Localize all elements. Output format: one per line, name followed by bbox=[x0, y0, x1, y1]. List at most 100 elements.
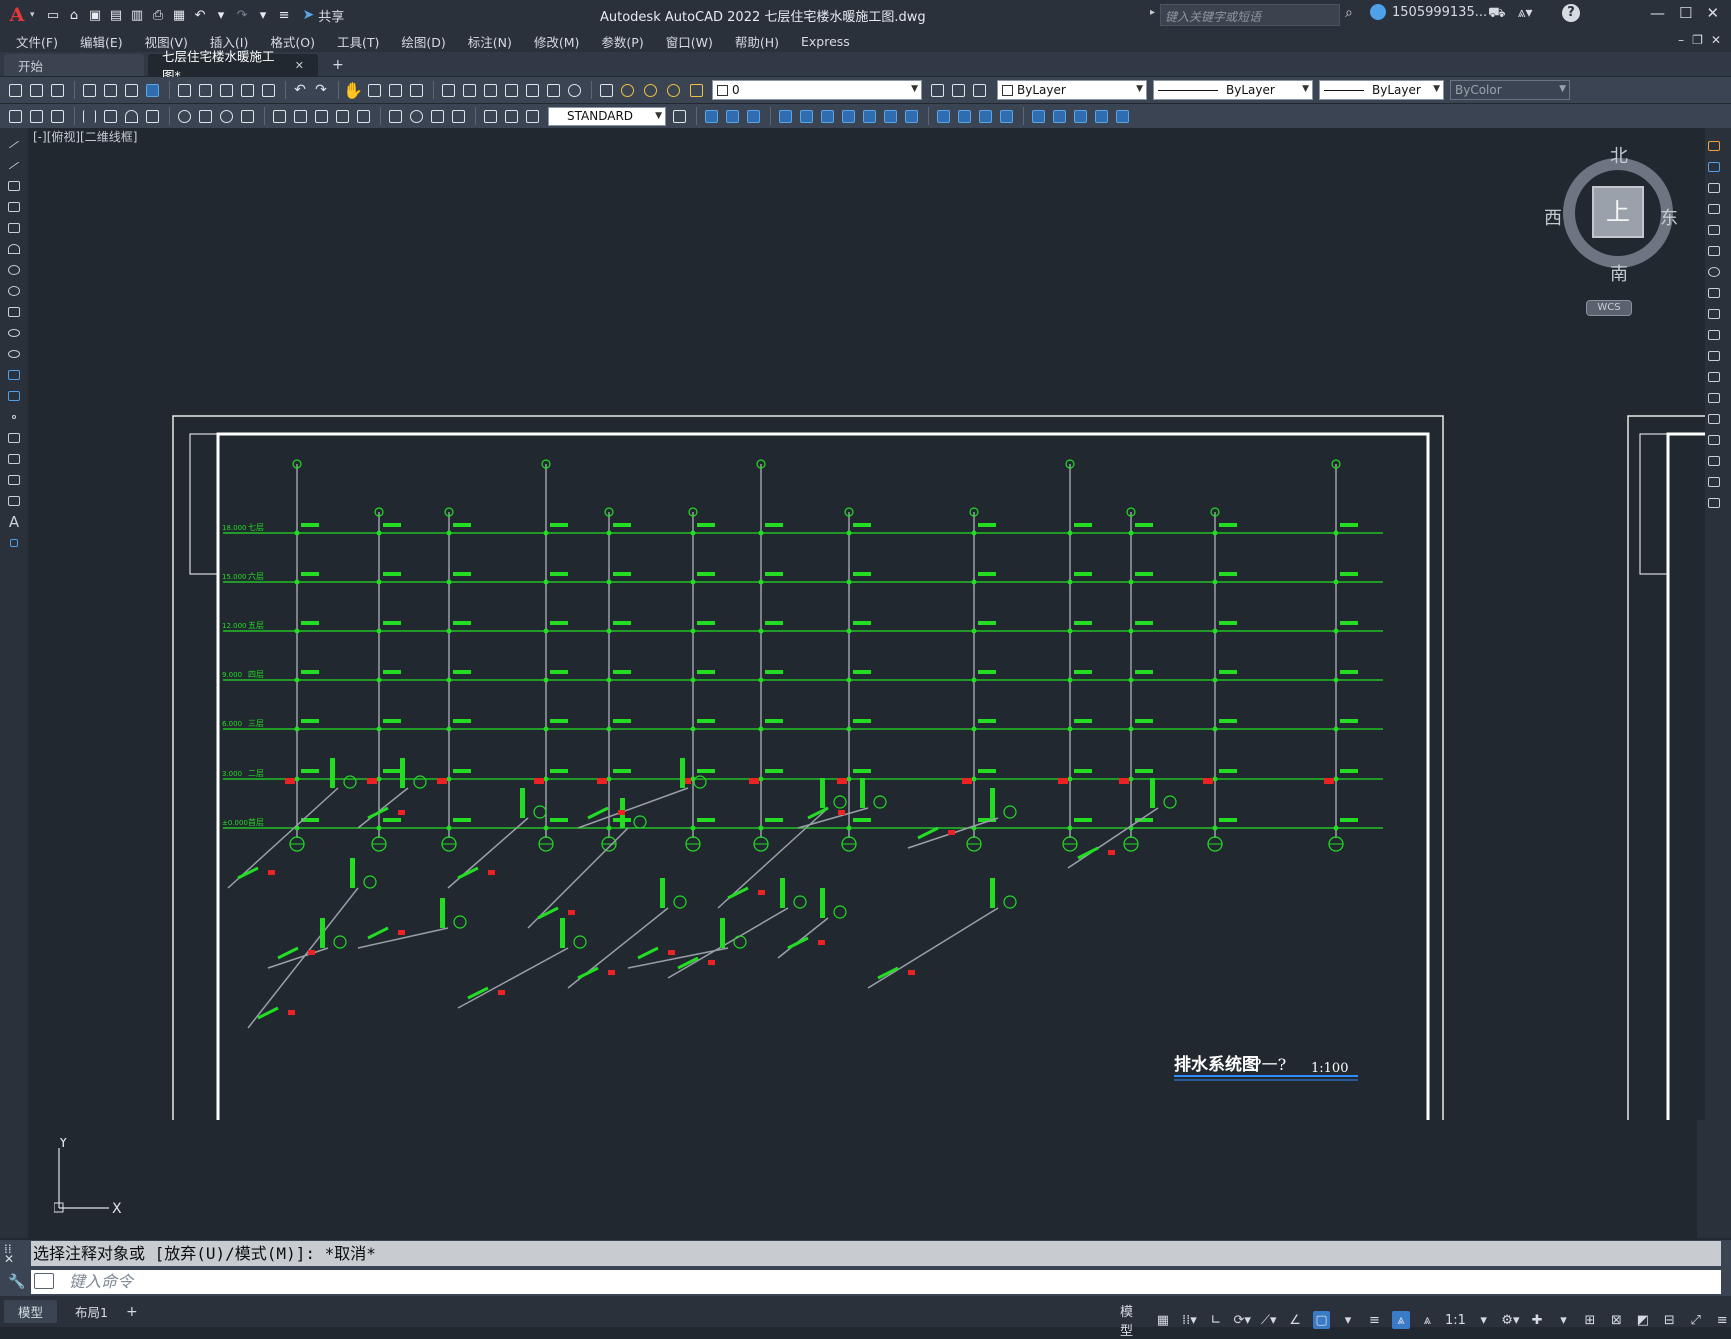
rectangle-icon[interactable] bbox=[6, 220, 22, 236]
app-menu-chevron-icon[interactable]: ▾ bbox=[30, 10, 35, 20]
maximize-icon[interactable]: ☐ bbox=[1679, 4, 1692, 22]
sheet-set-icon[interactable] bbox=[502, 81, 520, 99]
stretch-side-icon[interactable] bbox=[1706, 306, 1722, 322]
point-icon[interactable] bbox=[6, 409, 22, 425]
qselect-icon[interactable] bbox=[6, 107, 24, 125]
inspection-icon[interactable] bbox=[428, 107, 446, 125]
model-space-toggle[interactable]: 模型 bbox=[1120, 1301, 1145, 1339]
dim-update-icon[interactable] bbox=[523, 107, 541, 125]
plotstyle-dropdown[interactable]: ByColor ▼ bbox=[1450, 80, 1570, 100]
dim-continue-icon[interactable] bbox=[312, 107, 330, 125]
block-editor-icon[interactable] bbox=[259, 81, 277, 99]
break-point-side-icon[interactable] bbox=[1706, 369, 1722, 385]
layiso-icon[interactable] bbox=[48, 107, 66, 125]
annotation-visibility-icon[interactable]: ⩓ bbox=[1392, 1311, 1410, 1329]
command-grip-icon[interactable]: ⁞⁞ ✕ bbox=[4, 1243, 22, 1265]
tab-close-icon[interactable]: ✕ bbox=[295, 59, 304, 72]
dim-jogged-icon[interactable] bbox=[196, 107, 214, 125]
dim-text-edit-icon[interactable] bbox=[502, 107, 520, 125]
plot-icon[interactable]: ⎙ bbox=[150, 7, 167, 24]
undo-icon[interactable]: ↶ bbox=[192, 7, 209, 24]
revcloud-icon[interactable] bbox=[6, 283, 22, 299]
menu-modify[interactable]: 修改(M) bbox=[523, 32, 591, 51]
menu-tools[interactable]: 工具(T) bbox=[326, 32, 390, 51]
draworder-icon[interactable] bbox=[1071, 107, 1089, 125]
units-icon[interactable]: ▾ bbox=[1555, 1311, 1572, 1329]
dim-aligned-icon[interactable] bbox=[101, 107, 119, 125]
arc-icon[interactable] bbox=[6, 241, 22, 257]
dim-linear-icon[interactable] bbox=[80, 107, 98, 125]
3d-print-icon[interactable] bbox=[143, 81, 161, 99]
compass-south[interactable]: 南 bbox=[1610, 260, 1628, 286]
copy-icon[interactable] bbox=[196, 81, 214, 99]
jogged-linear-icon[interactable] bbox=[449, 107, 467, 125]
redo-tb-icon[interactable]: ↷ bbox=[312, 81, 330, 99]
stretch-icon[interactable] bbox=[881, 107, 899, 125]
offset-side-icon[interactable] bbox=[1706, 201, 1722, 217]
annotation-monitor-icon[interactable]: ✚ bbox=[1528, 1311, 1545, 1329]
trim-icon[interactable] bbox=[902, 107, 920, 125]
help-icon[interactable]: ? bbox=[1562, 4, 1580, 22]
linetype-dropdown[interactable]: ByLayer ▼ bbox=[1153, 80, 1313, 100]
circle-icon[interactable] bbox=[6, 262, 22, 278]
viewcube[interactable]: 上 北 南 西 东 WCS bbox=[1544, 146, 1678, 318]
hatch-icon[interactable] bbox=[6, 430, 22, 446]
blend-side-icon[interactable] bbox=[1706, 474, 1722, 490]
gradient-icon[interactable] bbox=[6, 451, 22, 467]
scale-icon[interactable] bbox=[860, 107, 878, 125]
layer-match-icon[interactable] bbox=[970, 81, 988, 99]
qdim-icon[interactable] bbox=[270, 107, 288, 125]
compass-north[interactable]: 北 bbox=[1610, 142, 1628, 168]
open-icon[interactable] bbox=[27, 81, 45, 99]
line-icon[interactable] bbox=[6, 136, 22, 152]
hatch-edit-icon[interactable] bbox=[27, 107, 45, 125]
quick-properties-icon[interactable]: ⊞ bbox=[1581, 1311, 1598, 1329]
help-tb-icon[interactable] bbox=[565, 81, 583, 99]
auto-scale-icon[interactable]: ⩓ bbox=[1419, 1311, 1436, 1329]
color-dropdown[interactable]: ByLayer ▼ bbox=[997, 80, 1147, 100]
move-side-icon[interactable] bbox=[1706, 243, 1722, 259]
new-file-icon[interactable]: ▭ bbox=[45, 7, 62, 24]
dim-baseline-icon[interactable] bbox=[291, 107, 309, 125]
annotation-scale[interactable]: 1:1 bbox=[1445, 1313, 1466, 1328]
pan-icon[interactable]: ✋ bbox=[343, 81, 363, 100]
tolerance-icon[interactable] bbox=[386, 107, 404, 125]
menu-express[interactable]: Express bbox=[790, 34, 861, 49]
open-web-icon[interactable]: ▥ bbox=[129, 7, 146, 24]
dim-edit-icon[interactable] bbox=[481, 107, 499, 125]
customization-icon[interactable]: ≡ bbox=[1713, 1311, 1730, 1329]
ungroup-icon[interactable] bbox=[1113, 107, 1131, 125]
lineweight-dropdown[interactable]: ByLayer ▼ bbox=[1319, 80, 1444, 100]
layer-properties-icon[interactable] bbox=[597, 81, 615, 99]
dim-angular-icon[interactable] bbox=[238, 107, 256, 125]
chamfer-side-icon[interactable] bbox=[1706, 432, 1722, 448]
dimstyle-icon[interactable] bbox=[670, 107, 688, 125]
hardware-accel-icon[interactable]: ⊟ bbox=[1661, 1311, 1678, 1329]
layer-dropdown[interactable]: 0 ▼ bbox=[712, 80, 922, 100]
dim-diameter-icon[interactable] bbox=[217, 107, 235, 125]
rotate-icon[interactable] bbox=[839, 107, 857, 125]
xline-icon[interactable] bbox=[6, 157, 22, 173]
autocad-logo-icon[interactable]: A bbox=[6, 4, 28, 26]
textstyle-dropdown[interactable]: STANDARD ▼ bbox=[548, 106, 666, 126]
design-center-icon[interactable] bbox=[460, 81, 478, 99]
compass-west[interactable]: 西 bbox=[1544, 204, 1562, 230]
dim-break-icon[interactable] bbox=[354, 107, 372, 125]
layer-freeze-icon[interactable] bbox=[641, 81, 659, 99]
mtext-icon[interactable]: A bbox=[6, 513, 22, 531]
join-side-icon[interactable] bbox=[1706, 411, 1722, 427]
preview-icon[interactable] bbox=[101, 81, 119, 99]
break-side-icon[interactable] bbox=[1706, 390, 1722, 406]
isolate-objects-icon[interactable]: ◩ bbox=[1634, 1311, 1651, 1329]
paste-icon[interactable] bbox=[217, 81, 235, 99]
dim-arc-icon[interactable] bbox=[122, 107, 140, 125]
object-snap-tracking-icon[interactable]: ∠ bbox=[1286, 1311, 1303, 1329]
undo-dropdown-icon[interactable]: ▾ bbox=[213, 7, 230, 24]
extend-side-icon[interactable] bbox=[1706, 348, 1722, 364]
tool-palettes-icon[interactable] bbox=[481, 81, 499, 99]
markup-icon[interactable] bbox=[523, 81, 541, 99]
insert-block-icon[interactable] bbox=[6, 367, 22, 383]
layout-tab-layout1[interactable]: 布局1 bbox=[61, 1300, 122, 1323]
ortho-icon[interactable]: ∟ bbox=[1207, 1311, 1224, 1329]
isodraft-icon[interactable]: ⟋▾ bbox=[1260, 1311, 1277, 1329]
